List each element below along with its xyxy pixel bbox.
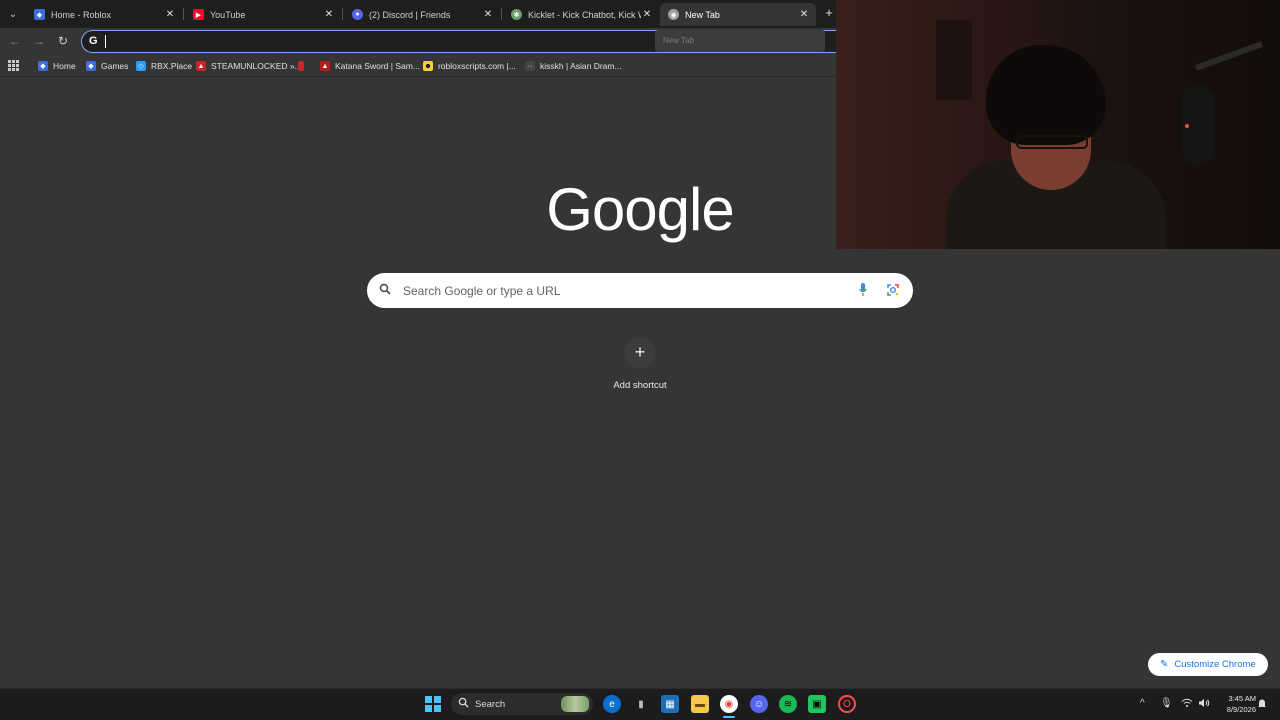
opera-gx-icon[interactable]: O <box>838 695 856 713</box>
bookmark-kisskh[interactable]: ·· kisskh | Asian Dram... <box>525 60 622 72</box>
active-app-indicator <box>723 716 735 718</box>
tab-discord[interactable]: ● (2) Discord | Friends ✕ <box>344 3 500 26</box>
photos-app-icon[interactable]: ▦ <box>661 695 679 713</box>
tab-new-tab[interactable]: ◉ New Tab ✕ <box>660 3 816 26</box>
voice-search-icon[interactable] <box>858 282 868 298</box>
ntp-search-box[interactable]: Search Google or type a URL <box>367 273 913 308</box>
windows-start-icon[interactable] <box>425 696 441 712</box>
tab-title: New Tab <box>685 9 720 20</box>
tray-overflow-icon[interactable]: ^ <box>1140 698 1145 709</box>
tab-title: Kicklet - Kick Chatbot, Kick Wid <box>528 9 641 20</box>
tab-close-icon[interactable]: ✕ <box>164 9 176 20</box>
reload-button[interactable]: ↻ <box>56 34 70 48</box>
back-button[interactable]: ← <box>8 34 22 48</box>
android-app-icon[interactable]: ▣ <box>808 695 826 713</box>
customize-chrome-button[interactable]: ✎ Customize Chrome <box>1148 653 1268 676</box>
roblox-icon: ◆ <box>86 61 96 71</box>
discord-favicon-icon: ● <box>352 9 363 20</box>
bookmark-label: Katana Sword | Sam... <box>335 61 420 71</box>
tab-title: (2) Discord | Friends <box>369 9 451 20</box>
roblox-favicon-icon: ◆ <box>34 9 45 20</box>
bookmark-katana-sword[interactable]: ▲ Katana Sword | Sam... <box>320 60 420 72</box>
bookmark-label: RBX.Place <box>151 61 193 71</box>
volume-icon[interactable] <box>1198 698 1210 711</box>
tab-youtube[interactable]: ▶ YouTube ✕ <box>185 3 341 26</box>
search-highlight-art <box>561 696 589 712</box>
tab-close-icon[interactable]: ✕ <box>798 9 810 20</box>
bookmark-label: Home <box>53 61 76 71</box>
robloxscripts-icon: ☻ <box>423 61 433 71</box>
discord-icon[interactable]: ☺ <box>750 695 768 713</box>
edge-icon[interactable]: e <box>603 695 621 713</box>
mic-led <box>1185 124 1189 128</box>
bookmark-unnamed[interactable] <box>298 60 309 72</box>
kisskh-icon: ·· <box>525 61 535 71</box>
bookmark-games[interactable]: ◆ Games <box>86 60 128 72</box>
tab-search-chevron-icon[interactable]: ⌄ <box>4 5 22 23</box>
mouse-app-icon[interactable]: ▮ <box>632 695 650 713</box>
bookmark-label: Games <box>101 61 129 71</box>
new-tab-button[interactable]: + <box>821 5 837 21</box>
taskbar-clock[interactable]: 3:45 AM 8/9/2026 <box>1214 693 1256 715</box>
tab-divider <box>501 8 502 20</box>
search-icon <box>379 283 391 298</box>
text-caret <box>105 35 106 48</box>
chrome-icon[interactable]: ◉ <box>720 695 738 713</box>
tab-close-icon[interactable]: ✕ <box>641 9 653 20</box>
taskbar-search-label: Search <box>475 699 506 710</box>
tab-title: Home - Roblox <box>51 9 112 20</box>
clock-date: 8/9/2026 <box>1226 705 1256 714</box>
taskbar-search[interactable]: Search <box>451 693 593 715</box>
apps-grid-icon[interactable] <box>8 60 19 71</box>
clock-time: 3:45 AM <box>1228 694 1256 703</box>
bookmark-rbx-place[interactable]: ◇ RBX.Place <box>136 60 192 72</box>
kicklet-favicon-icon: ✱ <box>511 9 522 20</box>
tab-roblox[interactable]: ◆ Home - Roblox ✕ <box>26 3 182 26</box>
search-icon <box>458 697 469 711</box>
google-g-icon: G <box>89 35 98 47</box>
tab-divider <box>342 8 343 20</box>
wifi-icon[interactable] <box>1181 698 1193 711</box>
file-explorer-icon[interactable]: ▬ <box>691 695 709 713</box>
bookmark-label: STEAMUNLOCKED »... <box>211 61 302 71</box>
red-favicon-icon <box>298 61 304 71</box>
bookmark-steamunlocked[interactable]: ▲ STEAMUNLOCKED »... <box>196 60 302 72</box>
google-logo: Google <box>546 176 734 243</box>
plus-icon: + <box>624 337 656 369</box>
bookmark-home[interactable]: ◆ Home <box>38 60 76 72</box>
tab-close-icon[interactable]: ✕ <box>482 9 494 20</box>
forward-button[interactable]: → <box>32 34 46 48</box>
customize-chrome-label: Customize Chrome <box>1174 659 1256 670</box>
tab-tooltip: New Tab <box>655 30 825 52</box>
tab-kicklet[interactable]: ✱ Kicklet - Kick Chatbot, Kick Wid ✕ <box>503 3 659 26</box>
bookmark-label: robloxscripts.com |... <box>438 61 516 71</box>
search-placeholder: Search Google or type a URL <box>403 284 561 298</box>
roblox-icon: ◆ <box>38 61 48 71</box>
youtube-favicon-icon: ▶ <box>193 9 204 20</box>
notification-icon[interactable] <box>1257 698 1267 712</box>
add-shortcut-button[interactable]: + Add shortcut <box>600 335 680 395</box>
chrome-favicon-icon: ◉ <box>668 9 679 20</box>
webcam-overlay <box>836 0 1280 249</box>
add-shortcut-label: Add shortcut <box>613 380 667 391</box>
tab-divider <box>183 8 184 20</box>
steamunlocked-icon: ▲ <box>196 61 206 71</box>
katana-icon: ▲ <box>320 61 330 71</box>
tab-close-icon[interactable]: ✕ <box>323 9 335 20</box>
rbx-place-icon: ◇ <box>136 61 146 71</box>
bookmark-robloxscripts[interactable]: ☻ robloxscripts.com |... <box>423 60 516 72</box>
microphone-tray-icon[interactable]: 🎙 <box>1160 698 1173 709</box>
pencil-icon: ✎ <box>1160 659 1169 670</box>
google-lens-icon[interactable] <box>886 283 900 297</box>
bookmark-label: kisskh | Asian Dram... <box>540 61 622 71</box>
webcam-person-glasses <box>1016 135 1088 149</box>
spotify-icon[interactable]: ≋ <box>779 695 797 713</box>
tab-title: YouTube <box>210 9 246 20</box>
webcam-door <box>936 20 972 100</box>
